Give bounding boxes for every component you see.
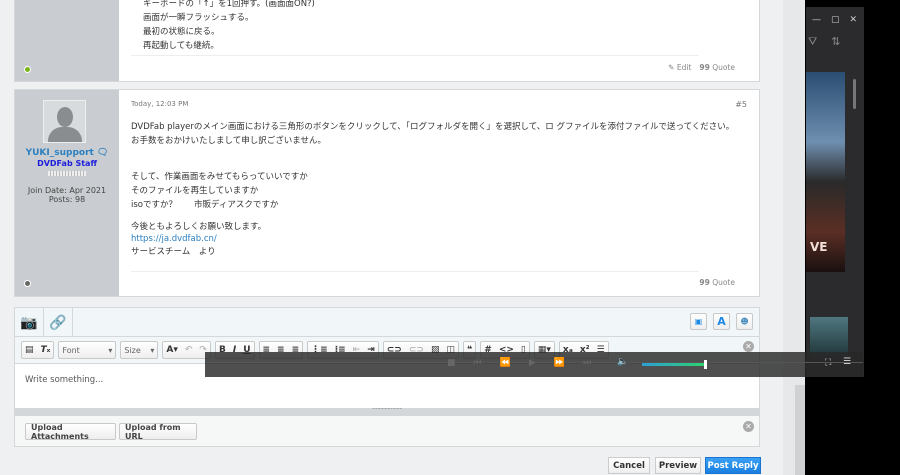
volume-handle[interactable] bbox=[704, 360, 707, 369]
upload-from-url-button[interactable]: Upload from URL bbox=[119, 423, 197, 441]
clipboard-icon[interactable]: ▣ bbox=[690, 313, 707, 330]
font-select[interactable]: Font ▾ bbox=[58, 341, 117, 359]
movie-thumbnail[interactable] bbox=[810, 317, 848, 357]
post-count: Posts: 98 bbox=[48, 195, 86, 204]
post-text: DVDFab playerのメイン画面における三角形のボタンをクリックして、「ロ… bbox=[131, 122, 735, 132]
website-link[interactable]: https://ja.dvdfab.cn/ bbox=[131, 234, 734, 245]
post-number[interactable]: #5 bbox=[735, 100, 747, 109]
post-1: キーボードの「↑」を1回押す。(画面面ON?) 画面が一瞬フラッシュする。 最初… bbox=[14, 0, 760, 82]
fullscreen-icon[interactable]: ⛶ bbox=[825, 358, 831, 368]
smiley-icon[interactable]: ☻ bbox=[736, 313, 753, 330]
fast-forward-icon[interactable]: ⏩ bbox=[554, 358, 565, 368]
player-controls: ■ ⏮ ⏪ ▶ ⏩ ⏭ 🔈 ⛶ ☰ bbox=[205, 352, 863, 377]
post-text bbox=[131, 162, 734, 170]
quote-button[interactable]: 99 Quote bbox=[699, 63, 735, 72]
post-1-sidebar bbox=[15, 0, 119, 81]
join-date: Join Date: Apr 2021 bbox=[27, 186, 107, 195]
offline-indicator bbox=[24, 280, 31, 287]
volume-icon[interactable]: 🔈 bbox=[617, 357, 628, 367]
post-text: 今後ともよろしくお願い致します。 bbox=[131, 222, 267, 232]
post-text: キーボードの「↑」を1回押す。(画面面ON?) bbox=[143, 0, 315, 9]
source-clear-group: ▤ Tₓ bbox=[21, 341, 55, 359]
post-2: YUKI_support 🗨 DVDFab Staff Join Date: A… bbox=[14, 89, 760, 297]
stop-icon[interactable]: ■ bbox=[447, 358, 456, 368]
movie-poster[interactable]: VE bbox=[806, 72, 845, 272]
previous-icon[interactable]: ⏮ bbox=[474, 358, 482, 368]
source-icon[interactable]: ▤ bbox=[25, 345, 34, 355]
quote-icon: 99 bbox=[699, 63, 710, 72]
next-icon[interactable]: ⏭ bbox=[583, 358, 591, 368]
close-attachments-icon[interactable]: ✕ bbox=[743, 421, 754, 432]
rewind-icon[interactable]: ⏪ bbox=[500, 358, 511, 368]
minimize-icon[interactable]: — bbox=[812, 15, 821, 25]
post-2-sidebar: YUKI_support 🗨 DVDFab Staff Join Date: A… bbox=[15, 90, 125, 296]
post-text: お手数をおかけいたしまして申し訳ございません。 bbox=[131, 136, 326, 146]
signature: サービスチーム より bbox=[131, 247, 216, 257]
post-text: そのファイルを再生していますか bbox=[131, 186, 259, 196]
preview-button[interactable]: Preview bbox=[655, 457, 701, 474]
panel-scrollbar[interactable] bbox=[853, 79, 856, 109]
post-text: 画面が一瞬フラッシュする。 bbox=[143, 13, 254, 23]
volume-slider[interactable] bbox=[642, 360, 707, 369]
post-text: 再起動しても継続。 bbox=[143, 41, 219, 51]
cancel-button[interactable]: Cancel bbox=[608, 457, 650, 474]
post-text: isoですか？ 市販ディアスクですか bbox=[131, 200, 279, 210]
upload-attachments-button[interactable]: Upload Attachments bbox=[25, 423, 116, 441]
edit-button[interactable]: ✎ Edit bbox=[668, 63, 691, 72]
size-select[interactable]: Size ▾ bbox=[120, 341, 159, 359]
reputation-bar bbox=[48, 171, 86, 176]
username-link[interactable]: YUKI_support 🗨 bbox=[15, 148, 119, 158]
avatar[interactable] bbox=[43, 100, 86, 143]
post-reply-button[interactable]: Post Reply bbox=[705, 457, 761, 474]
user-role: DVDFab Staff bbox=[37, 159, 97, 168]
link-icon[interactable]: 🔗 bbox=[44, 308, 73, 337]
page-scrollbar-thumb[interactable] bbox=[795, 385, 805, 475]
text-color-icon[interactable]: A▾ bbox=[166, 345, 177, 355]
quote-icon: 99 bbox=[699, 278, 710, 287]
filter-icon[interactable]: ⛛ bbox=[808, 35, 817, 49]
message-icon[interactable]: 🗨 bbox=[97, 148, 108, 158]
post-text: そして、作業画面をみせてもらっていいですか bbox=[131, 172, 308, 182]
maximize-icon[interactable]: ▢ bbox=[831, 15, 840, 25]
editor-top-bar: 📷 🔗 ▣ A ☻ bbox=[14, 307, 760, 337]
play-icon[interactable]: ▶ bbox=[529, 358, 536, 368]
resize-handle[interactable]: ˘˘˘˘˘˘˘˘˘˘ bbox=[14, 409, 760, 416]
playlist-icon[interactable]: ☰ bbox=[843, 357, 851, 367]
post-text bbox=[131, 148, 734, 162]
online-indicator bbox=[24, 66, 31, 73]
quote-button[interactable]: 99 Quote bbox=[699, 278, 735, 287]
post-text bbox=[131, 212, 734, 220]
player-panel: — ▢ ✕ ⛛ ⇅ VE bbox=[805, 0, 900, 475]
font-style-icon[interactable]: A bbox=[713, 313, 730, 330]
undo-icon[interactable]: ↶ bbox=[185, 345, 193, 355]
camera-icon[interactable]: 📷 bbox=[15, 308, 44, 337]
close-icon[interactable]: ✕ bbox=[850, 15, 858, 25]
sort-icon[interactable]: ⇅ bbox=[831, 35, 840, 49]
post-text: 最初の状態に戻る。 bbox=[143, 27, 220, 37]
post-time: Today, 12:03 PM bbox=[131, 100, 189, 108]
attachment-area: Upload Attachments Upload from URL ✕ bbox=[14, 416, 760, 447]
clear-format-icon[interactable]: Tₓ bbox=[41, 345, 51, 355]
close-toolbar-icon[interactable]: ✕ bbox=[743, 341, 754, 352]
